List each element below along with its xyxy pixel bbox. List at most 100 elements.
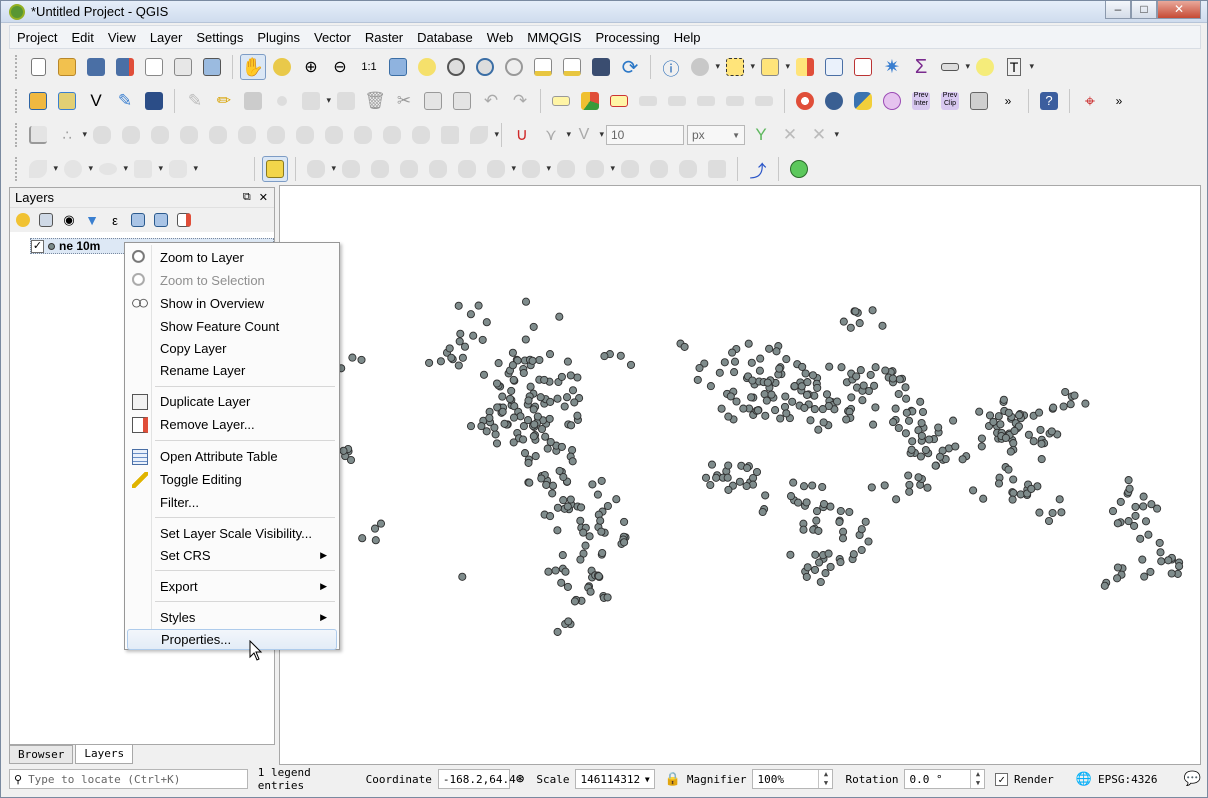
- menu-item-open-attribute-table[interactable]: Open Attribute Table: [127, 446, 337, 467]
- new-print-layout-icon[interactable]: [141, 54, 167, 80]
- menu-item-properties[interactable]: Properties...: [127, 629, 337, 650]
- more-tools-chevron-icon[interactable]: »: [1106, 88, 1132, 114]
- delete-ring-icon[interactable]: [176, 122, 202, 148]
- undock-panel-icon[interactable]: ⧉: [243, 191, 251, 204]
- expand-all-icon[interactable]: [129, 211, 147, 229]
- add-point-icon[interactable]: [269, 88, 295, 114]
- menu-plugins[interactable]: Plugins: [250, 30, 307, 45]
- crs-globe-icon[interactable]: 🌐: [1076, 772, 1092, 787]
- offset-curve-icon[interactable]: [263, 122, 289, 148]
- delete-part-icon[interactable]: [205, 122, 231, 148]
- menu-view[interactable]: View: [101, 30, 143, 45]
- menu-item-show-in-overview[interactable]: Show in Overview: [127, 293, 337, 314]
- select-features-icon[interactable]: [722, 54, 755, 80]
- new-map-view-icon[interactable]: [530, 54, 556, 80]
- digitize-move-icon[interactable]: [338, 156, 364, 182]
- snap-segment-icon[interactable]: V: [571, 122, 604, 148]
- close-window-button[interactable]: ✕: [1157, 1, 1201, 19]
- delete-selected-icon[interactable]: 🗑: [362, 88, 388, 114]
- add-vector-layer-icon[interactable]: V: [83, 88, 109, 114]
- show-hide-labels-icon[interactable]: [664, 88, 690, 114]
- menu-mmqgis[interactable]: MMQGIS: [520, 30, 588, 45]
- render-checkbox[interactable]: ✓: [995, 772, 1009, 786]
- rotate-label-icon[interactable]: [722, 88, 748, 114]
- plugin-circle-icon[interactable]: [879, 88, 905, 114]
- split-features-icon[interactable]: [292, 122, 318, 148]
- refresh-icon[interactable]: ⟳: [617, 54, 643, 80]
- menu-raster[interactable]: Raster: [358, 30, 410, 45]
- zoom-last-icon[interactable]: [472, 54, 498, 80]
- diagram-options-icon[interactable]: [577, 88, 603, 114]
- style-manager-icon[interactable]: [199, 54, 225, 80]
- digitize-split-icon[interactable]: [454, 156, 480, 182]
- digitize-line-j-icon[interactable]: [675, 156, 701, 182]
- minimize-button[interactable]: –: [1105, 1, 1131, 19]
- lock-scale-icon[interactable]: 🔒: [665, 772, 681, 787]
- menu-project[interactable]: Project: [10, 30, 64, 45]
- add-regular-polygon-icon[interactable]: [165, 156, 198, 182]
- layout-manager-icon[interactable]: [170, 54, 196, 80]
- toggle-editing-icon[interactable]: ✏: [211, 88, 237, 114]
- zoom-out-icon[interactable]: ⊖: [327, 54, 353, 80]
- trace-tool-icon[interactable]: ✕: [806, 122, 839, 148]
- digitize-scale-icon[interactable]: [396, 156, 422, 182]
- magnifier-spinbox[interactable]: 100% ▲ ▼: [752, 769, 834, 789]
- cut-features-icon[interactable]: ✂: [391, 88, 417, 114]
- digitize-merge-icon[interactable]: [483, 156, 516, 182]
- digitize-ring-icon[interactable]: [89, 122, 115, 148]
- new-shapefile-icon[interactable]: ✎: [112, 88, 138, 114]
- current-edits-icon[interactable]: ✎: [182, 88, 208, 114]
- python-console-icon[interactable]: [850, 88, 876, 114]
- deselect-all-icon[interactable]: [792, 54, 818, 80]
- crs-text[interactable]: EPSG:4326: [1098, 773, 1158, 786]
- zoom-in-icon[interactable]: ⊕: [298, 54, 324, 80]
- digitize-fill-icon[interactable]: [553, 156, 579, 182]
- add-group-icon[interactable]: [37, 211, 55, 229]
- reshape-icon[interactable]: [234, 122, 260, 148]
- save-as-icon[interactable]: [112, 54, 138, 80]
- pan-to-selection-icon[interactable]: [269, 54, 295, 80]
- toolbar-grip[interactable]: [15, 123, 19, 147]
- add-ellipse-icon[interactable]: [95, 156, 128, 182]
- add-rectangle-icon[interactable]: [130, 156, 163, 182]
- curve-tool-icon[interactable]: [466, 122, 499, 148]
- advanced-digitize-icon[interactable]: [303, 156, 336, 182]
- menu-web[interactable]: Web: [480, 30, 521, 45]
- gps-icon[interactable]: [141, 88, 167, 114]
- digitize-erase-icon[interactable]: [704, 156, 730, 182]
- help-lifebuoy-icon[interactable]: [792, 88, 818, 114]
- scale-select[interactable]: 146114312 ▼: [575, 769, 655, 789]
- menu-item-styles[interactable]: Styles ▶: [127, 607, 337, 628]
- save-project-icon[interactable]: [83, 54, 109, 80]
- open-project-icon[interactable]: [54, 54, 80, 80]
- modify-attributes-icon[interactable]: [333, 88, 359, 114]
- snap-vertex-icon[interactable]: ⋎: [538, 122, 571, 148]
- menu-help[interactable]: Help: [667, 30, 708, 45]
- more-tools-chevron-icon[interactable]: »: [995, 88, 1021, 114]
- layer-visibility-checkbox[interactable]: ✓: [31, 239, 44, 253]
- menu-item-zoom-to-selection[interactable]: Zoom to Selection: [127, 270, 337, 291]
- filter-legend-icon[interactable]: ▼: [83, 211, 101, 229]
- menu-item-zoom-to-layer[interactable]: Zoom to Layer: [127, 247, 337, 268]
- snapping-magnet-icon[interactable]: ∪: [509, 122, 535, 148]
- move-label-icon[interactable]: [693, 88, 719, 114]
- copy-features-icon[interactable]: [420, 88, 446, 114]
- digitize-line-f-icon[interactable]: [617, 156, 643, 182]
- zoom-native-icon[interactable]: 1:1: [356, 54, 382, 80]
- highlight-pinned-labels-icon[interactable]: [606, 88, 632, 114]
- menu-vector[interactable]: Vector: [307, 30, 358, 45]
- snap-tolerance-input[interactable]: 10: [606, 125, 684, 145]
- coordinate-field[interactable]: -168.2,64.4: [437, 769, 516, 789]
- globe-plugin-icon[interactable]: [821, 88, 847, 114]
- text-annotation-icon[interactable]: T: [1001, 54, 1034, 80]
- digitize-line-d-icon[interactable]: [646, 156, 672, 182]
- open-attribute-table-icon[interactable]: [821, 54, 847, 80]
- pan-map-icon[interactable]: ✋: [240, 54, 266, 80]
- zoom-next-icon[interactable]: [501, 54, 527, 80]
- filter-expression-icon[interactable]: ε: [106, 211, 124, 229]
- add-circular-string-icon[interactable]: [25, 156, 58, 182]
- menu-layer[interactable]: Layer: [143, 30, 190, 45]
- select-by-value-icon[interactable]: [757, 54, 790, 80]
- rotation-spinbox[interactable]: 0.0 ° ▲ ▼: [904, 769, 986, 789]
- add-circle-icon[interactable]: [60, 156, 93, 182]
